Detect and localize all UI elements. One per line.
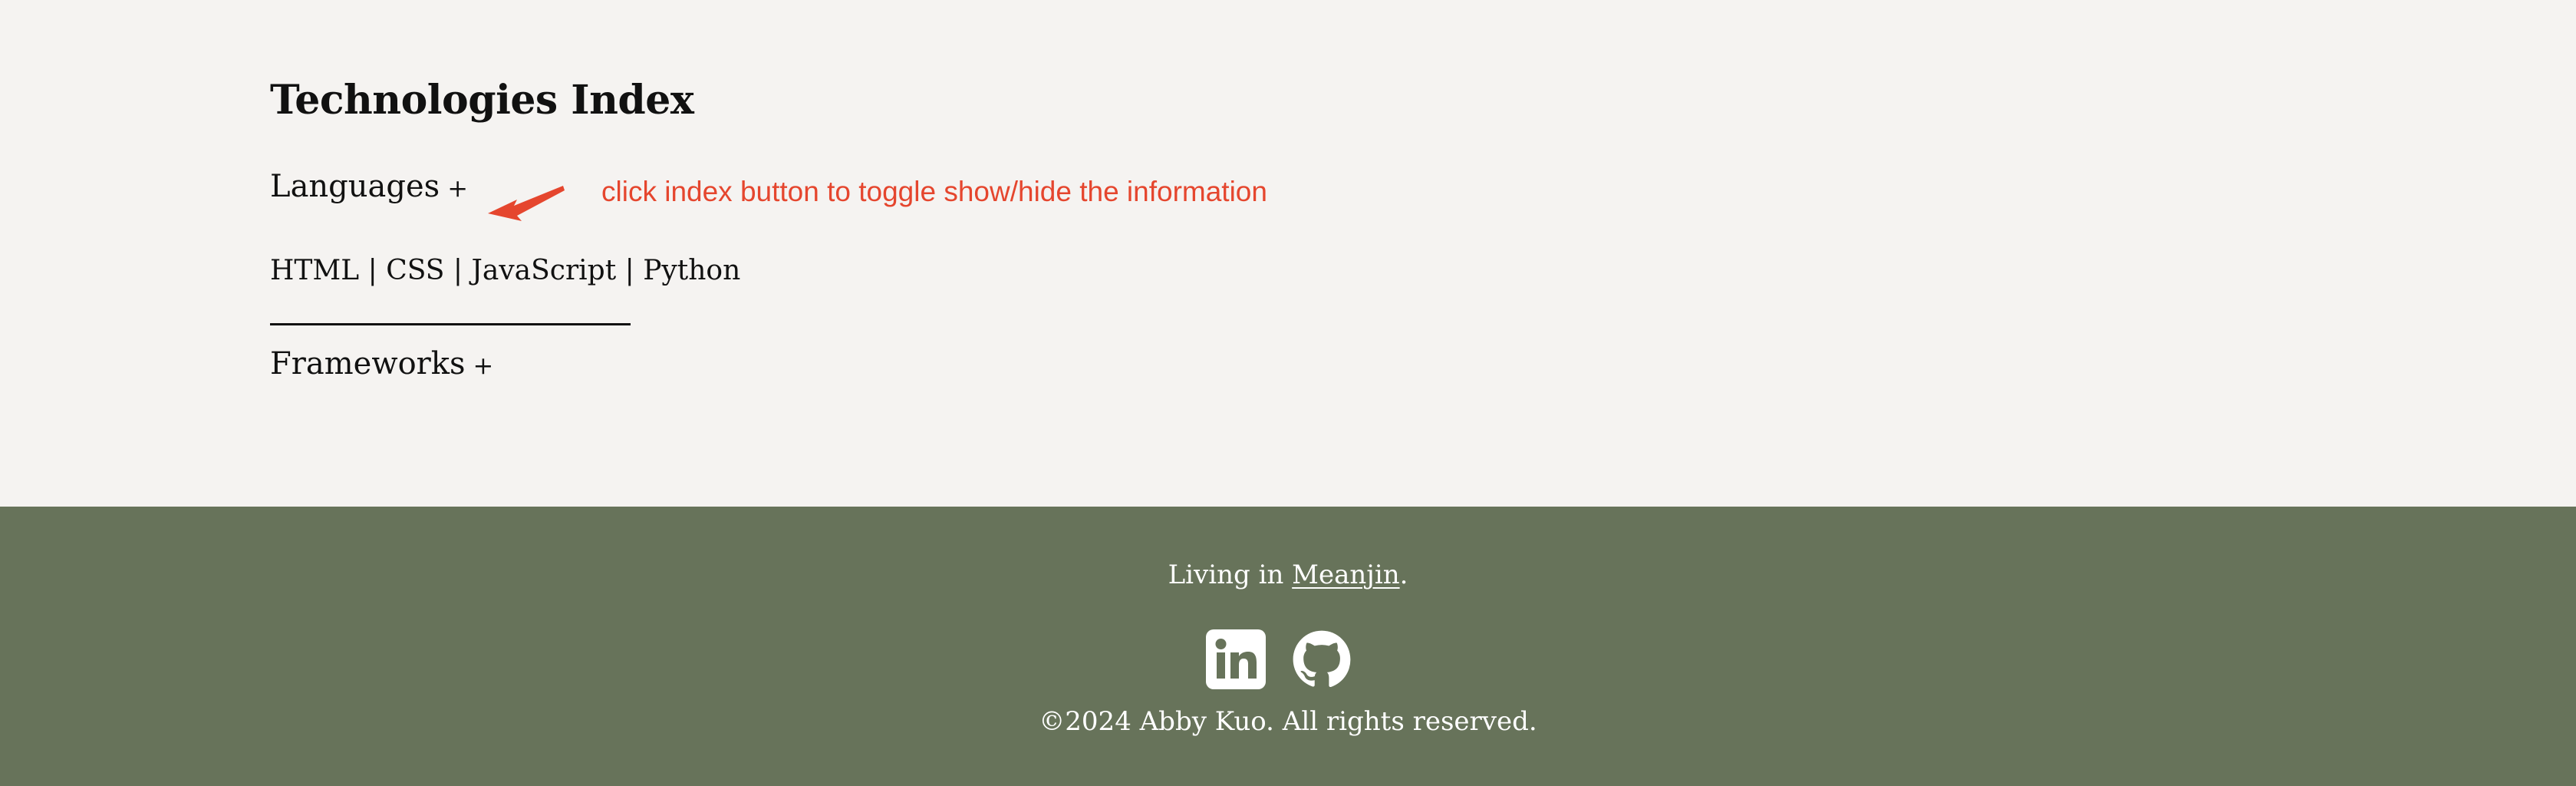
languages-plus-icon: + — [447, 173, 469, 203]
page-title: Technologies Index — [270, 77, 694, 124]
languages-index-button[interactable]: Languages + — [270, 165, 468, 210]
social-links — [1206, 629, 1352, 689]
github-icon — [1293, 630, 1351, 688]
linkedin-link[interactable] — [1206, 629, 1266, 689]
languages-list: HTML | CSS | JavaScript | Python — [270, 255, 741, 286]
living-location-text: Living in Meanjin. — [0, 556, 2576, 594]
frameworks-index-button[interactable]: Frameworks + — [270, 342, 493, 387]
copyright-text: ©2024 Abby Kuo. All rights reserved. — [1039, 706, 1537, 737]
pointer-arrow-icon — [488, 186, 565, 221]
living-suffix: . — [1399, 560, 1408, 590]
github-link[interactable] — [1292, 629, 1352, 689]
living-prefix: Living in — [1168, 560, 1293, 590]
section-divider — [270, 323, 631, 325]
frameworks-plus-icon: + — [473, 351, 494, 380]
main-content: Technologies Index Languages + click inde… — [0, 0, 2576, 507]
meanjin-link[interactable]: Meanjin — [1292, 560, 1399, 590]
site-footer: Living in Meanjin. ©2024 Abby Kuo. All r… — [0, 507, 2576, 786]
languages-label: Languages — [270, 169, 440, 204]
linkedin-icon — [1206, 629, 1266, 689]
toggle-hint-annotation: click index button to toggle show/hide t… — [601, 176, 1267, 207]
frameworks-label: Frameworks — [270, 346, 466, 381]
